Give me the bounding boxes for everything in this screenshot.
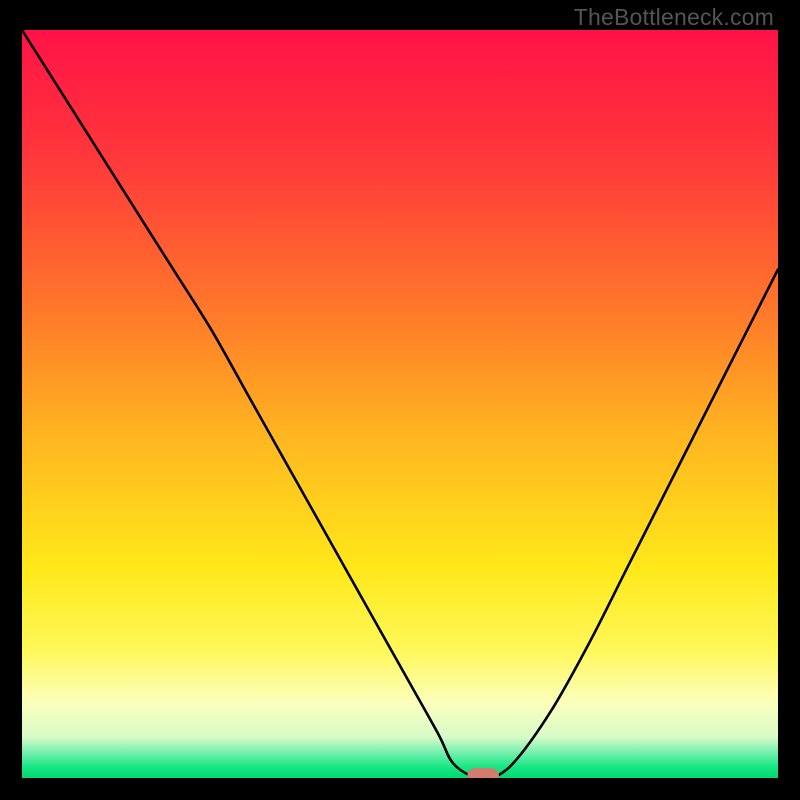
watermark-text: TheBottleneck.com: [574, 4, 774, 31]
chart-plot-area: [22, 30, 778, 778]
optimal-marker: [467, 768, 499, 778]
bottleneck-chart: [22, 30, 778, 778]
